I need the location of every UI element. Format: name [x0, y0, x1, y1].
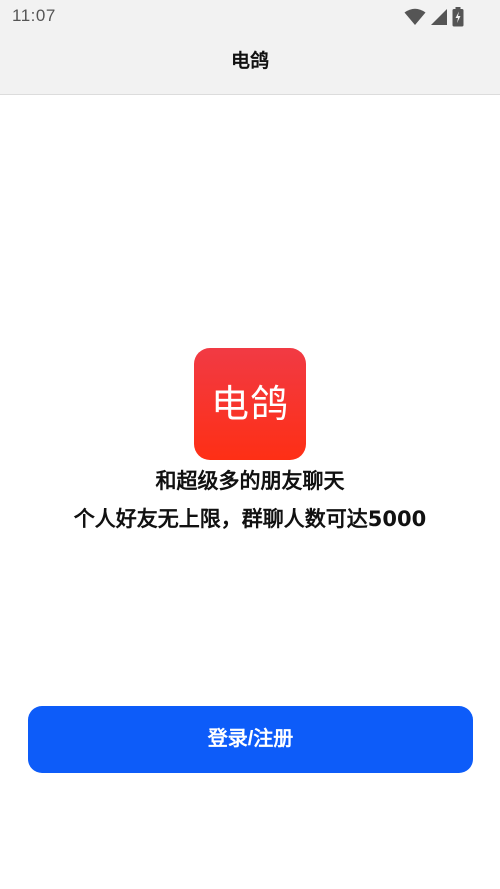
page-title: 电鸽	[230, 50, 269, 72]
login-register-label: 登录/注册	[207, 728, 294, 750]
status-time: 11:07	[12, 6, 56, 25]
wifi-icon	[404, 8, 426, 25]
tagline-line-2: 个人好友无上限，群聊人数可达5000	[73, 507, 427, 531]
status-icons	[404, 7, 464, 27]
app-header: 电鸽	[0, 34, 500, 95]
status-bar: 11:07	[0, 0, 500, 34]
welcome-screen: 电鸽 和超级多的朋友聊天 个人好友无上限，群聊人数可达5000 登录/注册	[0, 95, 500, 889]
login-register-button[interactable]: 登录/注册	[28, 706, 473, 773]
battery-charging-icon	[452, 7, 464, 27]
app-logo: 电鸽	[194, 348, 306, 460]
tagline-line-1: 和超级多的朋友聊天	[155, 469, 345, 493]
cellular-signal-icon	[431, 9, 447, 25]
app-logo-text: 电鸽	[210, 382, 289, 426]
